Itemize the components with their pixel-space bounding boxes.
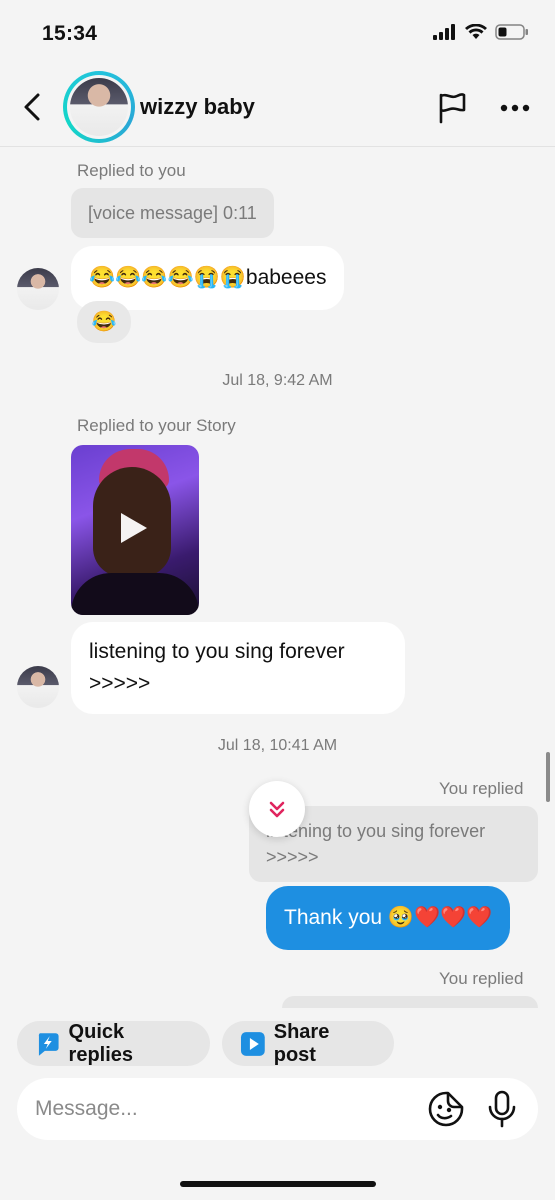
message-line: >>>>> [89,672,151,695]
replied-to-you-label: Replied to you [77,161,186,180]
message-composer [17,1078,538,1140]
message-reaction[interactable]: 😂 [77,301,131,343]
back-arrow-icon[interactable] [20,92,46,122]
reply-quote[interactable] [282,996,538,1008]
flag-icon[interactable] [436,92,468,124]
outgoing-message-bubble[interactable]: Thank you 🥹❤️❤️❤️ [266,886,511,950]
story-thumbnail[interactable] [71,445,199,615]
message-thread[interactable]: Replied to you [voice message] 0:11 😂😂😂😂… [0,148,555,1008]
quick-replies-button[interactable]: Quick replies [17,1021,210,1066]
wifi-icon [465,24,487,39]
play-icon [121,513,147,543]
quick-reply-icon [38,1032,59,1056]
double-chevron-down-icon [269,801,285,818]
you-replied-label: You replied [439,969,524,988]
quick-replies-label: Quick replies [68,1020,134,1066]
replied-story-label: Replied to your Story [77,416,236,435]
contact-name[interactable]: wizzy baby [140,94,255,120]
you-replied-label: You replied [439,779,524,798]
share-post-label: Share post [273,1020,330,1066]
scrollbar[interactable] [546,752,550,802]
cellular-signal-icon [433,24,455,40]
sticker-icon[interactable] [427,1090,465,1128]
timestamp: Jul 18, 10:41 AM [217,737,338,754]
chat-header: wizzy baby [0,70,555,147]
quote-line: >>>>> [266,847,319,867]
avatar-image [70,78,128,136]
timestamp: Jul 18, 9:42 AM [222,372,333,389]
share-post-icon [240,1031,265,1056]
scroll-to-bottom-button[interactable] [249,781,305,837]
battery-icon [495,24,528,40]
sender-avatar[interactable] [17,268,59,310]
status-icons [433,24,529,40]
voice-message-quote[interactable]: [voice message] 0:11 [71,188,274,238]
incoming-message-bubble[interactable]: listening to you sing forever >>>>> [71,622,405,714]
profile-avatar[interactable] [63,71,135,143]
microphone-icon[interactable] [487,1090,517,1128]
message-line: listening to you sing forever [89,640,345,663]
status-bar: 15:34 [0,0,555,70]
sender-avatar[interactable] [17,666,59,708]
share-post-button[interactable]: Share post [222,1021,394,1066]
home-indicator [180,1181,376,1187]
message-input[interactable] [35,1092,395,1126]
status-time: 15:34 [42,22,98,45]
more-options-icon[interactable] [500,104,530,112]
